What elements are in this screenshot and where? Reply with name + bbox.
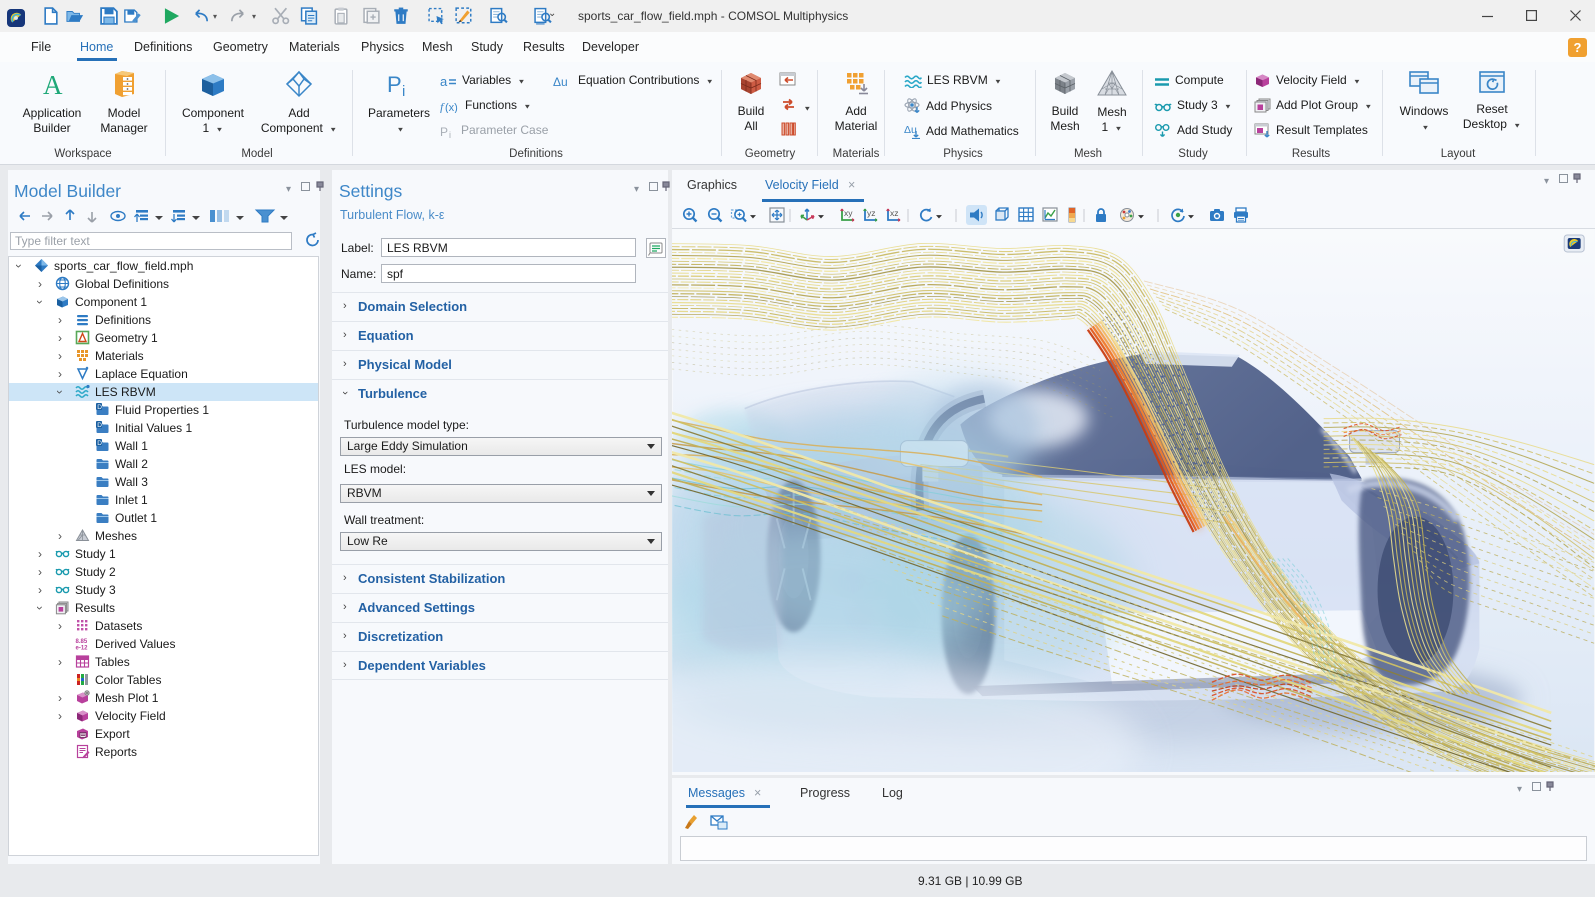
svg-text:Δu: Δu [553, 75, 568, 88]
svg-text:P: P [440, 125, 448, 138]
svg-text:xz: xz [890, 208, 899, 218]
svg-text:Δu: Δu [904, 124, 917, 136]
svg-text:D: D [97, 404, 102, 411]
svg-text:a: a [440, 75, 448, 88]
svg-text:i: i [402, 83, 405, 98]
svg-text:xy: xy [844, 208, 853, 218]
svg-text:A: A [43, 70, 63, 98]
svg-text:i: i [449, 130, 451, 138]
svg-text:(x): (x) [445, 102, 458, 113]
svg-text:8.85: 8.85 [76, 639, 88, 645]
svg-text:yz: yz [867, 208, 876, 218]
svg-text:e-12: e-12 [76, 646, 89, 652]
svg-text:P: P [387, 72, 402, 97]
svg-text:D: D [97, 422, 102, 429]
svg-text:D: D [97, 440, 102, 447]
